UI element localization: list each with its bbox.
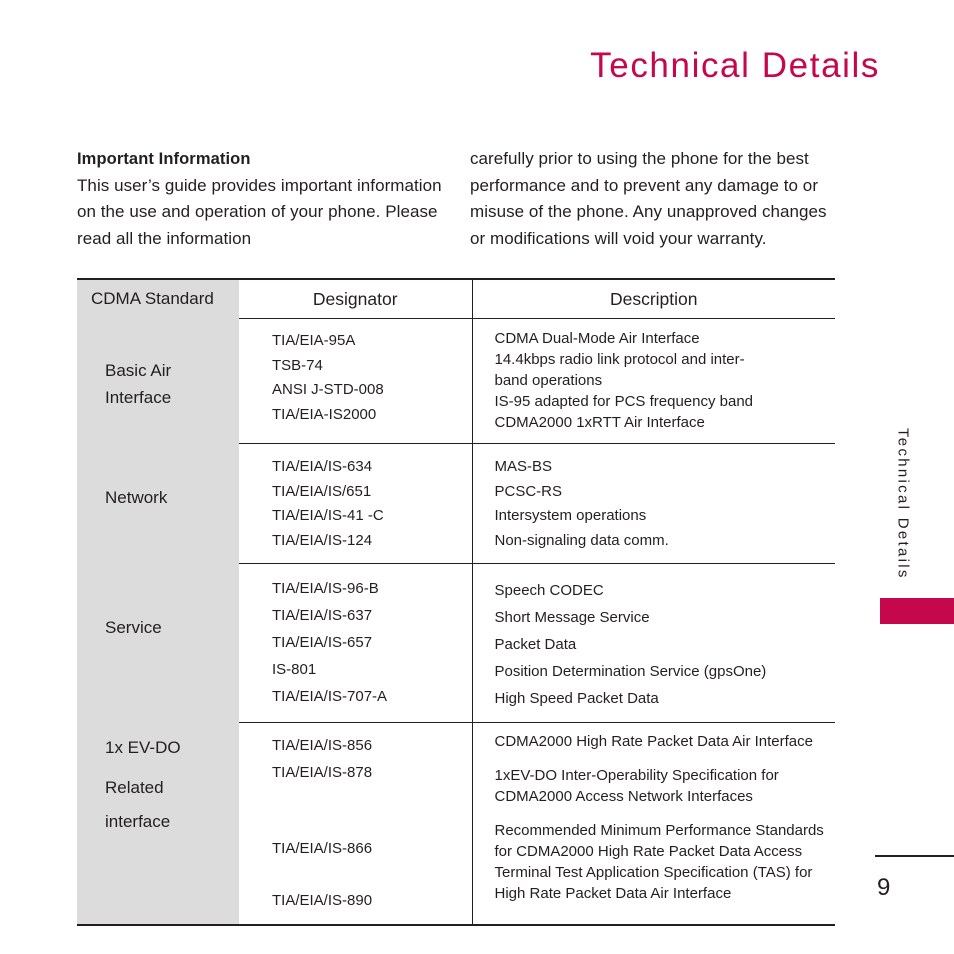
description-item: CDMA2000 High Rate Packet Data Air Inter…	[494, 733, 814, 750]
cell-description: Speech CODEC Short Message Service Packe…	[472, 563, 836, 723]
cell-description: MAS-BS PCSC-RS Intersystem operations No…	[472, 443, 836, 564]
description-item: Intersystem operations	[494, 507, 647, 524]
description-item: PCSC-RS	[494, 482, 563, 500]
standard-label-line: interface	[105, 811, 171, 831]
designator-item: TIA/EIA/IS/651	[272, 482, 372, 500]
standard-label-line: Network	[105, 487, 168, 507]
side-tab-label: Technical Details	[894, 428, 912, 580]
designator-item: TIA/EIA/IS-707-A	[272, 688, 388, 705]
column-header-description: Description	[609, 289, 698, 309]
designator-item: ANSI J-STD-008	[272, 381, 384, 398]
designator-list: TIA/EIA-95A TSB-74 ANSI J-STD-008 TIA/EI…	[239, 319, 472, 437]
intro-body-left: This user’s guide provides important inf…	[77, 175, 442, 248]
description-list: MAS-BS PCSC-RS Intersystem operations No…	[473, 444, 836, 563]
description-item: 14.4kbps radio link protocol and inter-	[494, 351, 745, 368]
table-row: Service TIA/EIA/IS-96-B TIA/EIA/IS-637 T…	[77, 563, 836, 723]
intro-column-right: carefully prior to using the phone for t…	[470, 146, 837, 252]
standard-label: Basic Air Interface	[77, 319, 239, 411]
designator-item: TIA/EIA/IS-637	[272, 607, 373, 624]
designator-item: TIA/EIA/IS-96-B	[272, 580, 379, 597]
description-list: CDMA Dual-Mode Air Interface 14.4kbps ra…	[473, 319, 836, 443]
header-cell-designator: Designator	[239, 279, 473, 319]
header-cell-description: Description	[472, 279, 835, 319]
cell-designator: TIA/EIA-95A TSB-74 ANSI J-STD-008 TIA/EI…	[239, 318, 473, 444]
standard-label: Service	[77, 564, 239, 641]
description-item: Packet Data	[494, 636, 577, 653]
description-paragraph: Recommended Minimum Performance Standard…	[495, 820, 836, 904]
cell-description: CDMA2000 High Rate Packet Data Air Inter…	[472, 722, 836, 925]
description-paragraph: CDMA2000 High Rate Packet Data Air Inter…	[495, 731, 836, 752]
side-tab-accent-bar	[880, 598, 954, 624]
description-item: Short Message Service	[494, 609, 650, 626]
cell-designator: TIA/EIA/IS-634 TIA/EIA/IS/651 TIA/EIA/IS…	[239, 443, 473, 564]
designator-item: TSB-74	[272, 356, 323, 374]
page-number: 9	[877, 874, 891, 901]
cell-standard: 1x EV-DO Related interface	[77, 722, 239, 925]
description-item: High Rate Packet Data Air Interface	[494, 885, 732, 902]
standard-label-line: Related	[105, 777, 164, 797]
table-row: 1x EV-DO Related interface TIA/EIA/IS-85…	[77, 722, 836, 925]
standard-label: Network	[77, 444, 239, 511]
designator-item: TIA/EIA-IS2000	[272, 405, 377, 423]
description-item: MAS-BS	[494, 458, 553, 475]
designator-spacer	[272, 811, 472, 836]
designator-item: TIA/EIA/IS-890	[272, 891, 373, 909]
designator-item: TIA/EIA/IS-124	[272, 531, 373, 549]
description-item: CDMA2000 1xRTT Air Interface	[494, 414, 705, 431]
standard-label-line: Interface	[105, 387, 172, 407]
designator-item: IS-801	[272, 661, 317, 678]
description-item: CDMA2000 Access Network Interfaces	[494, 788, 753, 805]
designator-item: TIA/EIA-95A	[272, 332, 356, 349]
table-row: Network TIA/EIA/IS-634 TIA/EIA/IS/651 TI…	[77, 443, 836, 564]
description-paragraph: 1xEV-DO Inter-Operability Specification …	[495, 765, 836, 807]
designator-item: TIA/EIA/IS-41 -C	[272, 507, 384, 524]
column-header-designator: Designator	[312, 289, 398, 309]
intro-heading: Important Information	[77, 150, 251, 168]
description-list: Speech CODEC Short Message Service Packe…	[473, 564, 836, 722]
standard-label-line: 1x EV-DO	[105, 737, 181, 757]
intro-block: Important Information This user’s guide …	[77, 146, 837, 252]
section-side-tab: Technical Details	[890, 428, 916, 585]
description-item: IS-95 adapted for PCS frequency band	[494, 393, 754, 410]
designator-spacer	[272, 862, 472, 887]
designator-item: TIA/EIA/IS-878	[272, 764, 373, 781]
standard-label-line: Basic Air	[105, 360, 172, 380]
cell-standard: Basic Air Interface	[77, 318, 239, 444]
designator-item: TIA/EIA/IS-866	[272, 840, 373, 857]
standard-label-line: Service	[105, 617, 162, 637]
cell-description: CDMA Dual-Mode Air Interface 14.4kbps ra…	[472, 318, 836, 444]
designator-item: TIA/EIA/IS-657	[272, 634, 373, 651]
standard-label: 1x EV-DO Related interface	[77, 723, 239, 839]
description-item: Terminal Test Application Specification …	[494, 864, 813, 881]
description-item: Recommended Minimum Performance Standard…	[494, 822, 824, 839]
technical-specs-table: CDMA Standard Designator Description Bas…	[77, 278, 835, 926]
cell-standard: Service	[77, 563, 239, 723]
designator-list: TIA/EIA/IS-96-B TIA/EIA/IS-637 TIA/EIA/I…	[239, 564, 472, 720]
page-title: Technical Details	[590, 46, 880, 85]
cell-designator: TIA/EIA/IS-96-B TIA/EIA/IS-637 TIA/EIA/I…	[239, 563, 473, 723]
description-item: Non-signaling data comm.	[494, 531, 669, 549]
cell-standard: Network	[77, 443, 239, 564]
designator-list: TIA/EIA/IS-634 TIA/EIA/IS/651 TIA/EIA/IS…	[239, 444, 472, 563]
description-item: Position Determination Service (gpsOne)	[494, 663, 767, 680]
designator-item: TIA/EIA/IS-634	[272, 458, 373, 475]
description-item: band operations	[494, 372, 603, 389]
description-item: Speech CODEC	[494, 582, 604, 599]
intro-column-left: Important Information This user’s guide …	[77, 146, 444, 252]
description-item: CDMA Dual-Mode Air Interface	[494, 330, 700, 347]
description-item: for CDMA2000 High Rate Packet Data Acces…	[494, 843, 803, 860]
designator-item: TIA/EIA/IS-856	[272, 737, 373, 754]
designator-list: TIA/EIA/IS-856 TIA/EIA/IS-878 TIA/EIA/IS…	[239, 723, 472, 924]
intro-body-right: carefully prior to using the phone for t…	[470, 149, 827, 248]
designator-spacer	[272, 786, 472, 811]
description-item: 1xEV-DO Inter-Operability Specification …	[494, 767, 779, 784]
table-header-row: CDMA Standard Designator Description	[77, 279, 835, 319]
cell-designator: TIA/EIA/IS-856 TIA/EIA/IS-878 TIA/EIA/IS…	[239, 722, 473, 925]
description-list: CDMA2000 High Rate Packet Data Air Inter…	[473, 723, 836, 914]
table-row: Basic Air Interface TIA/EIA-95A TSB-74 A…	[77, 318, 836, 444]
header-cell-standard: CDMA Standard	[77, 279, 239, 319]
column-header-standard: CDMA Standard	[91, 289, 214, 308]
description-item: High Speed Packet Data	[494, 690, 659, 707]
footer-divider	[875, 855, 954, 857]
